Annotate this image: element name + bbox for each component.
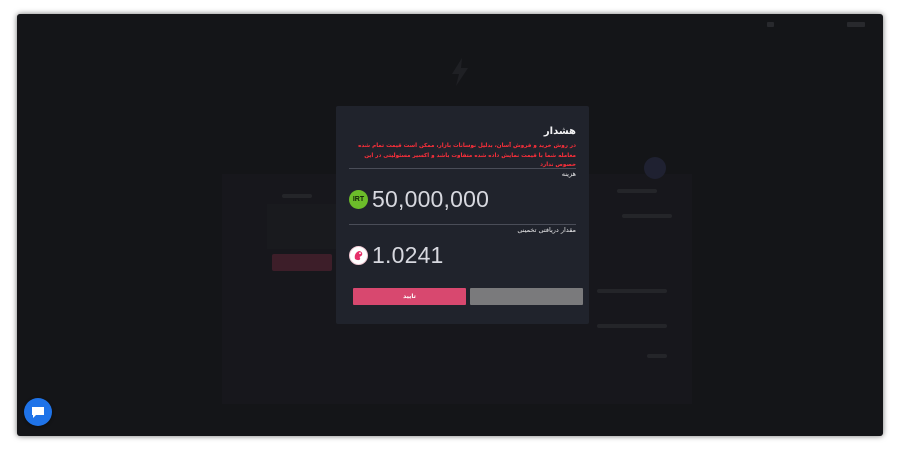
chat-button[interactable] [24, 398, 52, 426]
cancel-button[interactable] [470, 288, 583, 305]
divider [349, 224, 576, 225]
cost-row: IRT 50,000,000 [349, 185, 489, 213]
dialog-title: هشدار [543, 126, 576, 137]
estimate-row: 1.0241 [349, 241, 444, 269]
cost-label: هزینه [561, 170, 576, 178]
divider [349, 168, 576, 169]
estimate-label: مقدار دریافتی تخمینی [517, 226, 576, 234]
irt-coin-icon: IRT [349, 189, 368, 209]
warning-message: در روش خرید و فروش آسان، بدلیل نوسانات ب… [358, 143, 576, 168]
confirm-button[interactable]: تایید [353, 288, 466, 305]
warning-dialog: هشدار در روش خرید و فروش آسان، بدلیل نوس… [336, 106, 589, 324]
crypto-coin-icon [349, 245, 368, 265]
estimate-amount: 1.0241 [372, 241, 444, 268]
cost-amount: 50,000,000 [372, 185, 490, 212]
chat-bubble-icon [32, 406, 44, 418]
